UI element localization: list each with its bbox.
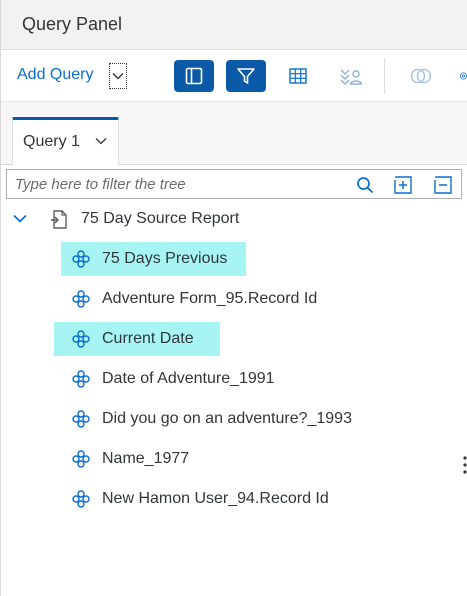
expand-all-icon bbox=[394, 176, 412, 194]
resize-grip-icon[interactable] bbox=[462, 455, 467, 475]
tree-item-label: Adventure Form_95.Record Id bbox=[102, 290, 318, 307]
tree-item[interactable]: Name_1977 bbox=[61, 442, 361, 476]
tree-item[interactable]: Current Date bbox=[54, 322, 220, 356]
sidebar-panel-icon bbox=[185, 67, 203, 85]
collapse-all-icon bbox=[434, 176, 452, 194]
data-users-icon bbox=[340, 69, 363, 86]
tab-query-1[interactable]: Query 1 bbox=[12, 117, 119, 165]
tree-filter-box bbox=[6, 169, 462, 199]
tree-item-label: Did you go on an adventure?_1993 bbox=[102, 410, 352, 427]
tree-item-label: 75 Days Previous bbox=[102, 250, 228, 267]
add-query-dropdown[interactable] bbox=[109, 63, 127, 89]
chevron-down-icon[interactable] bbox=[95, 137, 107, 145]
object-node-icon bbox=[72, 250, 90, 268]
expand-all-button[interactable] bbox=[392, 174, 414, 196]
object-node-icon bbox=[72, 290, 90, 308]
collapse-all-button[interactable] bbox=[432, 174, 454, 196]
search-icon bbox=[357, 177, 374, 194]
query-panel: Query Panel Add Query Query 1 Type here … bbox=[0, 0, 467, 596]
tree-item-label: Name_1977 bbox=[102, 450, 190, 467]
object-node-icon bbox=[72, 370, 90, 388]
object-node-icon bbox=[72, 450, 90, 468]
tree-filter-input[interactable] bbox=[15, 173, 335, 195]
tree-root-label: 75 Day Source Report bbox=[81, 210, 240, 227]
panel-title: Query Panel bbox=[22, 14, 123, 34]
object-node-icon bbox=[72, 490, 90, 508]
table-grid-icon bbox=[289, 68, 307, 84]
toolbar-separator bbox=[384, 58, 385, 94]
filter-icon bbox=[237, 68, 255, 84]
data-access-button[interactable] bbox=[331, 60, 371, 92]
add-query-button[interactable]: Add Query bbox=[17, 66, 93, 84]
tree-root-node[interactable]: 75 Day Source Report bbox=[1, 207, 467, 233]
tree-item[interactable]: Date of Adventure_1991 bbox=[61, 362, 361, 396]
table-view-button[interactable] bbox=[278, 60, 318, 92]
chevron-down-icon bbox=[112, 73, 124, 80]
tree-item[interactable]: Did you go on an adventure?_1993 bbox=[61, 402, 401, 436]
settings-icon bbox=[459, 72, 467, 80]
toggle-side-panel-button[interactable] bbox=[174, 60, 214, 92]
query-tree-area: 75 Day Source Report 75 Days Previous Ad… bbox=[1, 165, 467, 596]
tree-item-label: Current Date bbox=[102, 330, 194, 347]
report-source-icon bbox=[51, 210, 67, 229]
tree-item[interactable]: Adventure Form_95.Record Id bbox=[61, 282, 361, 316]
query-properties-button[interactable] bbox=[449, 60, 467, 92]
tab-label: Query 1 bbox=[23, 133, 80, 150]
tree-item[interactable]: 75 Days Previous bbox=[61, 242, 246, 276]
combine-queries-button[interactable] bbox=[401, 60, 441, 92]
panel-header: Query Panel bbox=[1, 0, 467, 50]
object-node-icon bbox=[72, 330, 90, 348]
query-toolbar: Add Query bbox=[1, 50, 467, 102]
join-circles-icon bbox=[410, 68, 432, 84]
chevron-down-icon[interactable] bbox=[13, 214, 27, 223]
tree-item-label: New Hamon User_94.Record Id bbox=[102, 490, 329, 507]
filter-button[interactable] bbox=[226, 60, 266, 92]
tree-item[interactable]: New Hamon User_94.Record Id bbox=[61, 482, 381, 516]
object-node-icon bbox=[72, 410, 90, 428]
tree-item-label: Date of Adventure_1991 bbox=[102, 370, 275, 387]
search-button[interactable] bbox=[354, 174, 376, 196]
query-tabs: Query 1 bbox=[1, 102, 467, 165]
